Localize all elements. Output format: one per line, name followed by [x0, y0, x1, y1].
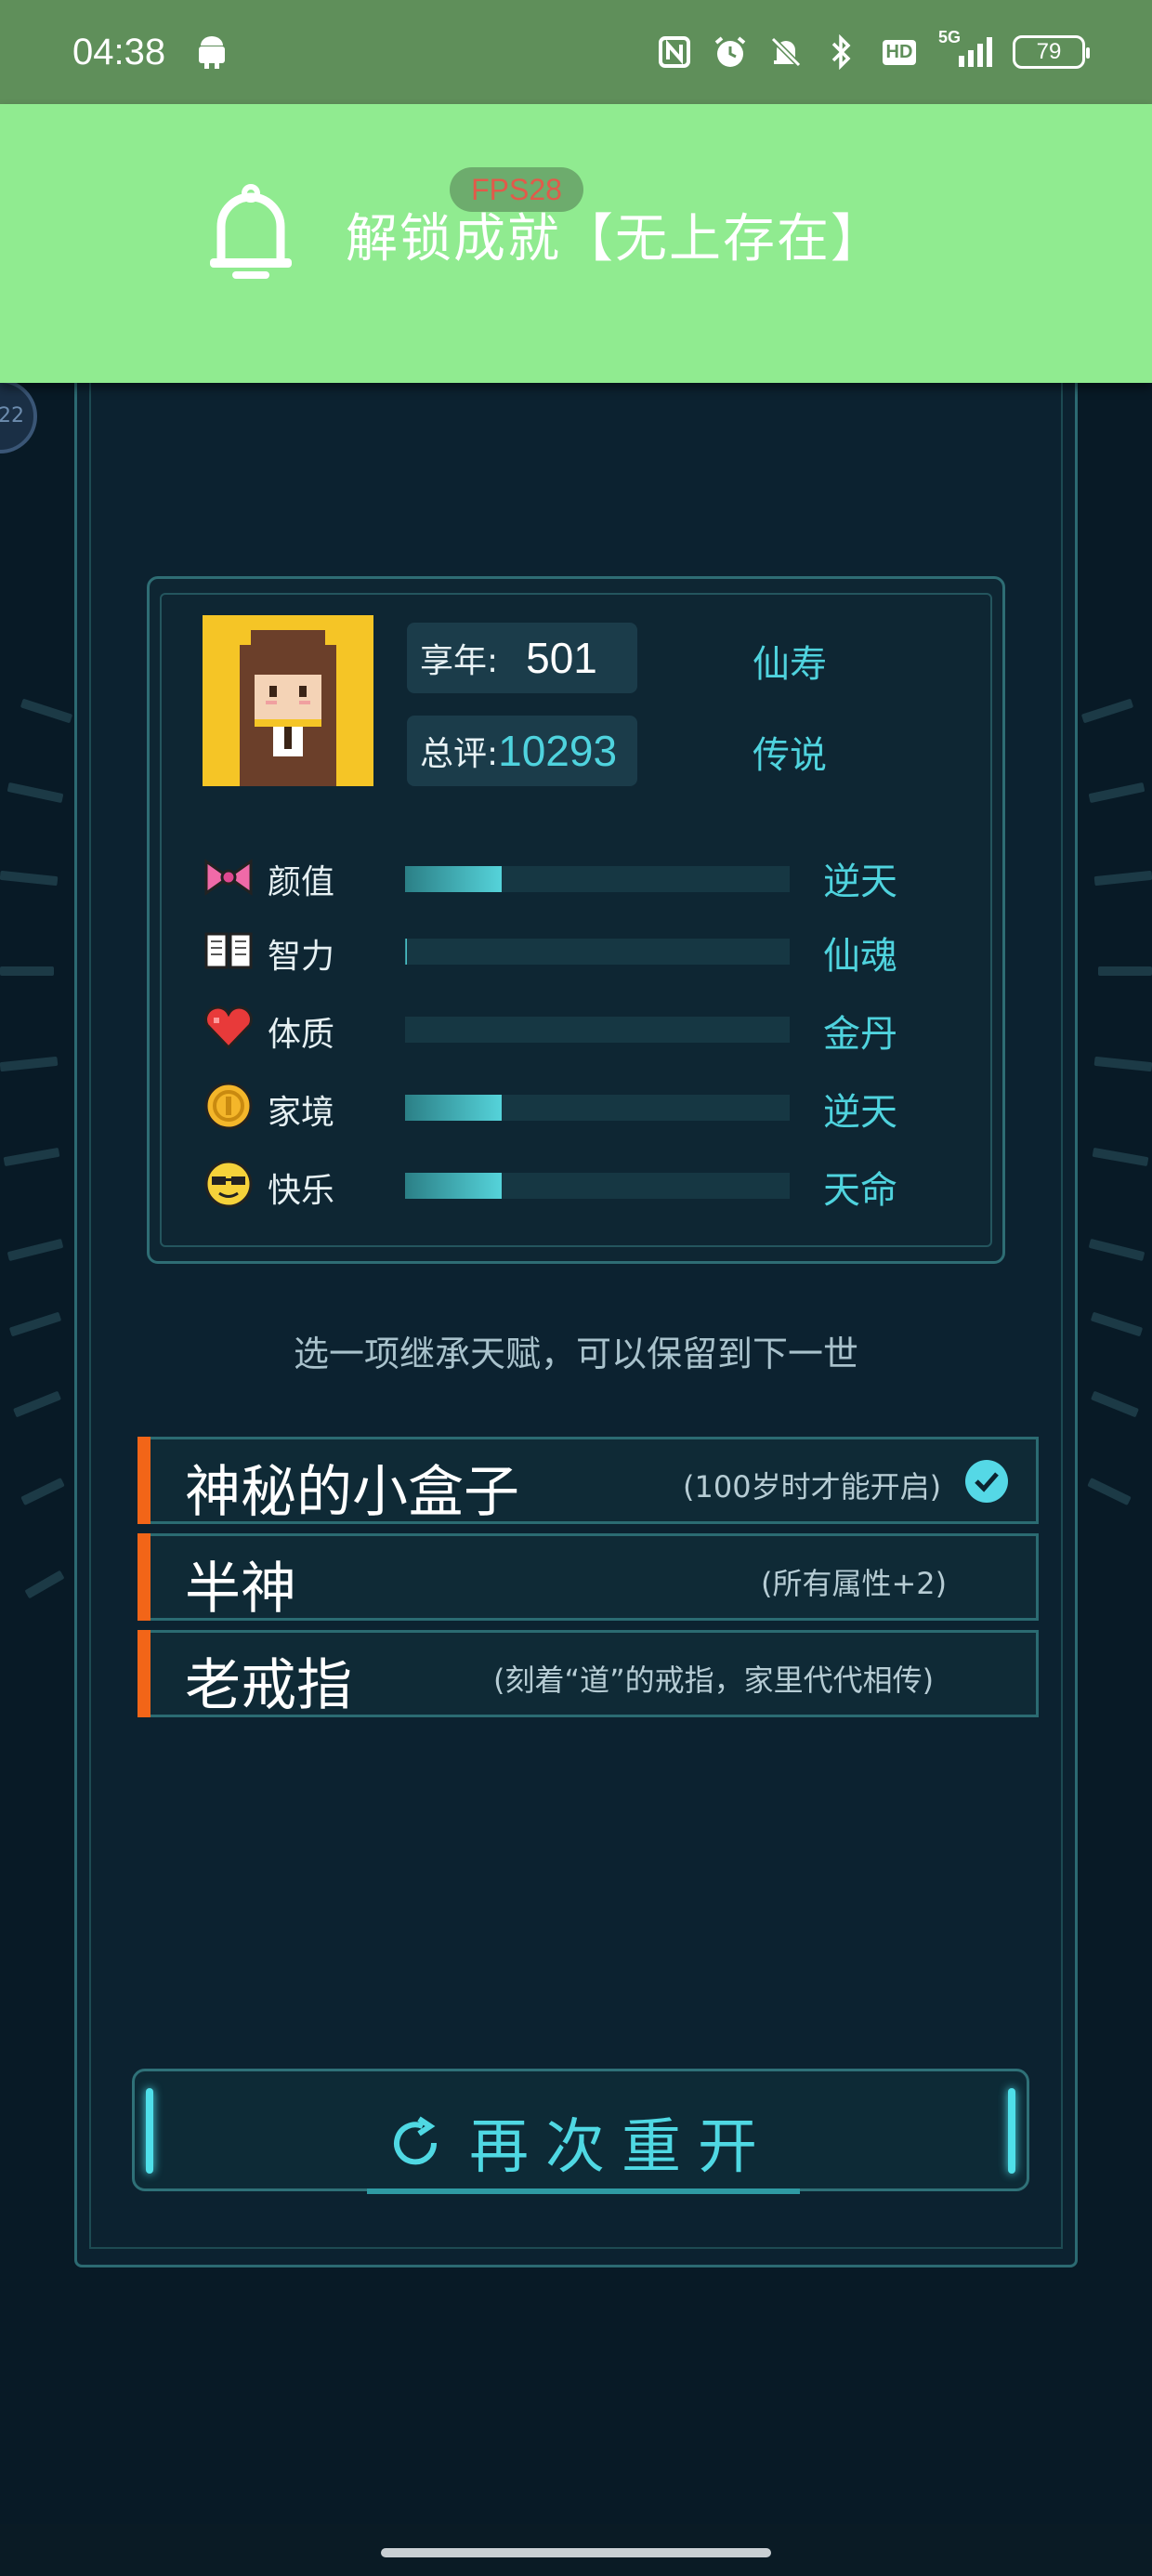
home-indicator[interactable] [381, 2548, 771, 2557]
age-rank: 仙寿 [753, 643, 827, 686]
bell-icon [206, 184, 295, 281]
attribute-tier: 金丹 [823, 1013, 897, 1056]
score-box: 总评: 10293 [407, 716, 637, 786]
attribute-tier: 逆天 [823, 1091, 897, 1134]
battery-level: 79 [1036, 39, 1062, 64]
attribute-label: 家境 [268, 1094, 335, 1132]
floating-bubble-label: 22 [0, 404, 24, 427]
attribute-bar-fill [405, 939, 408, 965]
age-box: 享年: 501 [407, 623, 637, 693]
attribute-bar [405, 1017, 790, 1043]
attribute-label: 快乐 [268, 1172, 335, 1210]
talent-marker [137, 1437, 151, 1524]
talent-marker [137, 1630, 151, 1717]
attribute-bar [405, 1173, 790, 1199]
network-type: 5G [938, 28, 962, 46]
refresh-icon [387, 2115, 443, 2186]
bow-icon [201, 849, 256, 905]
restart-label: 再次重开 [469, 2113, 774, 2182]
attribute-bar [405, 939, 790, 965]
score-rank: 传说 [753, 734, 827, 777]
attribute-bar-fill [405, 866, 502, 892]
book-icon [201, 922, 256, 978]
hd-badge: HD [882, 39, 917, 65]
attribute-label: 体质 [268, 1016, 335, 1054]
check-icon [965, 1460, 1008, 1503]
alarm-icon [712, 33, 749, 71]
talent-marker [137, 1533, 151, 1621]
age-value: 501 [526, 634, 597, 682]
attribute-bar [405, 1095, 790, 1121]
talent-desc: (刻着“道”的戒指，家里代代相传) [493, 1663, 935, 1698]
floating-bubble[interactable]: 22 [0, 379, 37, 453]
talent-option[interactable]: 神秘的小盒子 (100岁时才能开启) [137, 1437, 1039, 1525]
android-icon [193, 33, 230, 71]
restart-button[interactable]: 再次重开 [132, 2069, 1029, 2194]
restart-glow [367, 2188, 800, 2194]
hd-icon: HD [879, 33, 920, 71]
score-value: 10293 [498, 727, 618, 775]
5g-signal-icon: 5G [938, 28, 994, 71]
attribute-label: 颜值 [268, 863, 335, 901]
heart-icon [201, 1000, 256, 1056]
status-bar: 04:38 HD 5G 79 [0, 0, 1152, 104]
age-label: 享年: [420, 642, 499, 680]
inherit-hint: 选一项继承天赋，可以保留到下一世 [293, 1334, 858, 1374]
talent-name: 半神 [185, 1557, 296, 1622]
attribute-tier: 仙魂 [823, 935, 897, 978]
sunglasses-face-icon [201, 1156, 256, 1212]
attribute-bar-fill [405, 1095, 502, 1121]
attribute-label: 智力 [268, 938, 335, 976]
restart-label-row: 再次重开 [135, 2099, 1027, 2186]
attribute-bar-fill [405, 1173, 502, 1199]
attribute-tier: 逆天 [823, 861, 897, 903]
talent-desc: (100岁时才能开启) [683, 1469, 942, 1505]
status-time: 04:38 [72, 31, 166, 72]
talent-option[interactable]: 老戒指 (刻着“道”的戒指，家里代代相传) [137, 1630, 1039, 1718]
bluetooth-icon [823, 33, 860, 71]
attribute-tier: 天命 [823, 1169, 897, 1212]
talent-name: 老戒指 [185, 1653, 352, 1718]
talent-option[interactable]: 半神 (所有属性+2) [137, 1533, 1039, 1622]
battery-icon: 79 [1013, 35, 1090, 69]
notification-text: 解锁成就【无上存在】 [346, 209, 884, 269]
talent-desc: (所有属性+2) [761, 1566, 948, 1601]
attribute-bar [405, 866, 790, 892]
talent-name: 神秘的小盒子 [185, 1460, 519, 1525]
avatar [203, 615, 373, 786]
mute-bell-icon [767, 33, 805, 71]
achievement-notification[interactable]: FPS28 解锁成就【无上存在】 [0, 104, 1152, 383]
coin-icon [201, 1078, 256, 1134]
score-label: 总评: [420, 735, 499, 773]
nfc-icon [656, 33, 693, 71]
